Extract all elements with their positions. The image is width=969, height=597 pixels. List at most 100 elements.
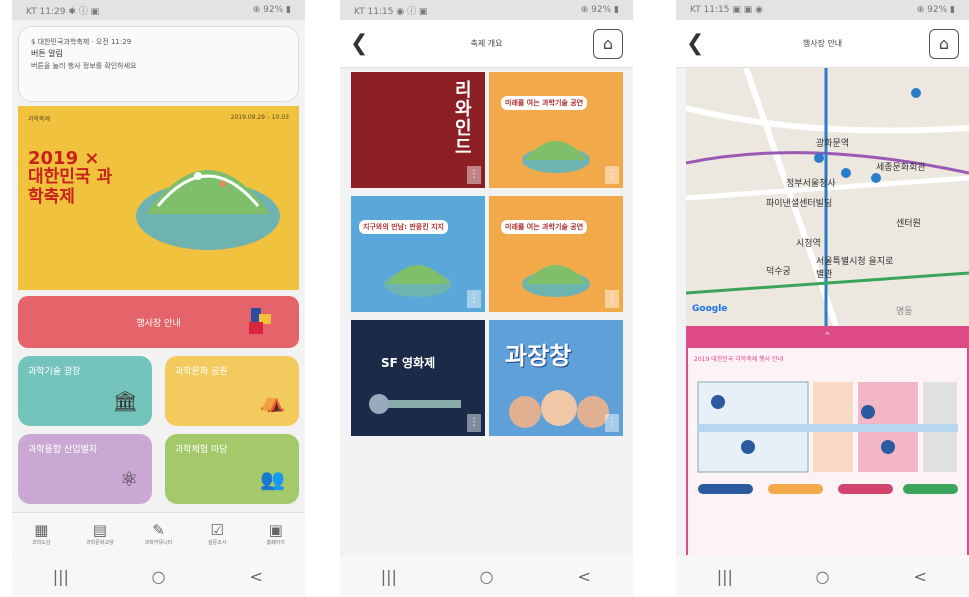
map-label: 명동 [896, 307, 913, 317]
back-button[interactable]: < [900, 567, 940, 586]
tab-homepage[interactable]: ▣ 홈페이지 [251, 521, 301, 546]
status-left: KT 11:29 ✱ ⓘ ▣ [26, 6, 100, 17]
recent-apps-button[interactable]: ||| [41, 567, 81, 586]
spaceship-illustration [369, 394, 461, 414]
notification-app: $ 대한민국과학축제 · 오전 11:29 [31, 38, 132, 46]
map-label: 광화문역 [816, 139, 850, 149]
festival-banner[interactable]: 과학축제 2019.09.29 – 10.03 2019 × 대한민국 과학축제 [18, 106, 299, 290]
people-illustration [509, 390, 609, 428]
google-logo: Google [692, 304, 728, 314]
back-button[interactable]: < [236, 567, 276, 586]
festival-logo-icon [249, 308, 271, 334]
museum-icon: 🏛 [112, 389, 138, 413]
book-icon: ▤ [92, 521, 107, 539]
poster-future-science-1[interactable]: 미래를 여는 과학기술 공연 ⋮ [489, 72, 623, 188]
chat-icon: ✎ [152, 521, 165, 539]
panel-handle[interactable]: ^ [686, 326, 969, 346]
venue-guide-button[interactable]: 행사장 안내 [18, 296, 299, 348]
poster-earth-meeting[interactable]: 지구와의 만남: 판뭉킨 지지 ⋮ [351, 196, 485, 312]
banner-corner-left: 과학축제 [28, 116, 51, 123]
tile-science-convergence[interactable]: 과학융합 산업별자 ⚛ [18, 434, 152, 504]
tile-science-tech-plaza[interactable]: 과학기술 광장 🏛 [18, 356, 152, 426]
tile-science-culture-park[interactable]: 과학문화 공원 ⛺ [165, 356, 299, 426]
notification-card[interactable]: $ 대한민국과학축제 · 오전 11:29 버튼 알림 버튼을 눌러 행사 정보… [18, 26, 299, 102]
tab-survey[interactable]: ☑ 설문조사 [192, 521, 242, 546]
notification-body: 버튼을 눌러 행사 정보를 확인하세요 [31, 61, 137, 70]
atom-icon: ⚛ [120, 467, 138, 491]
more-icon[interactable]: ⋮ [605, 166, 619, 184]
home-button[interactable]: ○ [466, 567, 506, 586]
people-icon: 👥 [260, 467, 285, 491]
map-label: 서울특별시청 을지로별관 [816, 257, 894, 280]
status-left: KT 11:15 ▣ ▣ ◉ [690, 5, 763, 15]
web-icon: ▣ [268, 521, 283, 539]
more-icon[interactable]: ⋮ [605, 290, 619, 308]
status-right: ⊕ 92% ▮ [252, 5, 291, 15]
tile-label: 과학문화 공원 [175, 367, 228, 377]
infomap-title: 2019 대한민국 과학축제 행사 안내 [694, 356, 784, 363]
recent-apps-button[interactable]: ||| [369, 567, 409, 586]
system-nav-bar: ||| ○ < [340, 555, 633, 597]
back-button[interactable]: < [564, 567, 604, 586]
status-bar: KT 11:15 ◉ ⓘ ▣ ⊕ 92% ▮ [340, 0, 633, 20]
map-label: 세종문화회관 [876, 163, 926, 173]
map-label: 정부서울청사 [786, 179, 836, 189]
phone-festival-overview: KT 11:15 ◉ ⓘ ▣ ⊕ 92% ▮ ❮ 축제 개요 ⌂ 리와인드 ⋮ … [340, 0, 633, 597]
park-icon: ⛺ [260, 389, 285, 413]
more-icon[interactable]: ⋮ [467, 290, 481, 308]
tile-label: 과학융합 산업별자 [28, 445, 98, 455]
back-arrow-icon[interactable]: ❮ [686, 31, 716, 56]
notification-title: 버튼 알림 [31, 49, 63, 59]
bottom-tab-bar: ▦ 과학도감 ▤ 과학문화교양 ✎ 과학커뮤니티 ☑ 설문조사 ▣ 홈페이지 [12, 512, 305, 554]
map-label: 시청역 [796, 239, 821, 249]
banner-corner-right: 2019.09.29 – 10.03 [230, 114, 289, 121]
map-icon: ▦ [34, 521, 49, 539]
map-label: 파이낸셜센터빌딩 [766, 199, 833, 209]
tile-science-experience[interactable]: 과학체험 마당 👥 [165, 434, 299, 504]
status-bar: KT 11:15 ▣ ▣ ◉ ⊕ 92% ▮ [676, 0, 969, 20]
home-button[interactable]: ○ [802, 567, 842, 586]
island-illustration [522, 265, 590, 297]
system-nav-bar: ||| ○ < [12, 555, 305, 597]
more-icon[interactable]: ⋮ [467, 414, 481, 432]
map-label: 센터원 [896, 219, 921, 229]
venue-layout-illustration [697, 381, 958, 494]
google-map[interactable]: 광화문역 세종문화회관 정부서울청사 파이낸셜센터빌딩 센터원 시청역 덕수궁 … [686, 68, 969, 326]
tab-map[interactable]: ▦ 과학도감 [16, 521, 66, 546]
banner-year: 2019 × [28, 148, 100, 169]
home-icon[interactable]: ⌂ [929, 28, 959, 59]
island-illustration [384, 265, 452, 297]
page-title: 행사장 안내 [802, 39, 843, 48]
app-header: ❮ 행사장 안내 ⌂ [676, 20, 969, 68]
venue-guide-label: 행사장 안내 [136, 318, 181, 329]
tile-label: 과학체험 마당 [175, 445, 228, 455]
phone-venue-guide: KT 11:15 ▣ ▣ ◉ ⊕ 92% ▮ ❮ 행사장 안내 ⌂ 광화문역 세… [676, 0, 969, 597]
status-right: ⊕ 92% ▮ [580, 5, 619, 15]
island-illustration [136, 170, 280, 250]
island-illustration [522, 141, 590, 173]
banner-title: 대한민국 과학축제 [28, 167, 113, 207]
home-icon[interactable]: ⌂ [592, 28, 623, 59]
status-left: KT 11:15 ◉ ⓘ ▣ [354, 6, 428, 17]
more-icon[interactable]: ⋮ [605, 414, 619, 432]
more-icon[interactable]: ⋮ [467, 166, 481, 184]
status-bar: KT 11:29 ✱ ⓘ ▣ ⊕ 92% ▮ [12, 0, 305, 20]
home-button[interactable]: ○ [138, 567, 178, 586]
system-nav-bar: ||| ○ < [676, 555, 969, 597]
poster-future-science-2[interactable]: 미래를 여는 과학기술 공연 ⋮ [489, 196, 623, 312]
poster-rewind[interactable]: 리와인드 ⋮ [351, 72, 485, 188]
recent-apps-button[interactable]: ||| [705, 567, 745, 586]
survey-icon: ☑ [210, 521, 224, 539]
poster-sf-film-festival[interactable]: SF 영화제 ⋮ [351, 320, 485, 436]
tab-book[interactable]: ▤ 과학문화교양 [75, 521, 125, 546]
phone-home-screen: KT 11:29 ✱ ⓘ ▣ ⊕ 92% ▮ $ 대한민국과학축제 · 오전 1… [12, 0, 305, 597]
poster-gwajangchang[interactable]: 과장창 ⋮ [489, 320, 623, 436]
page-title: 축제 개요 [470, 39, 503, 48]
back-arrow-icon[interactable]: ❮ [350, 31, 380, 56]
map-label: 덕수궁 [766, 267, 791, 277]
venue-info-map[interactable]: 2019 대한민국 과학축제 행사 안내 [686, 346, 969, 562]
app-header: ❮ 축제 개요 ⌂ [340, 20, 633, 68]
tab-community[interactable]: ✎ 과학커뮤니티 [133, 521, 183, 546]
tile-label: 과학기술 광장 [28, 367, 81, 377]
status-right: ⊕ 92% ▮ [916, 5, 955, 15]
